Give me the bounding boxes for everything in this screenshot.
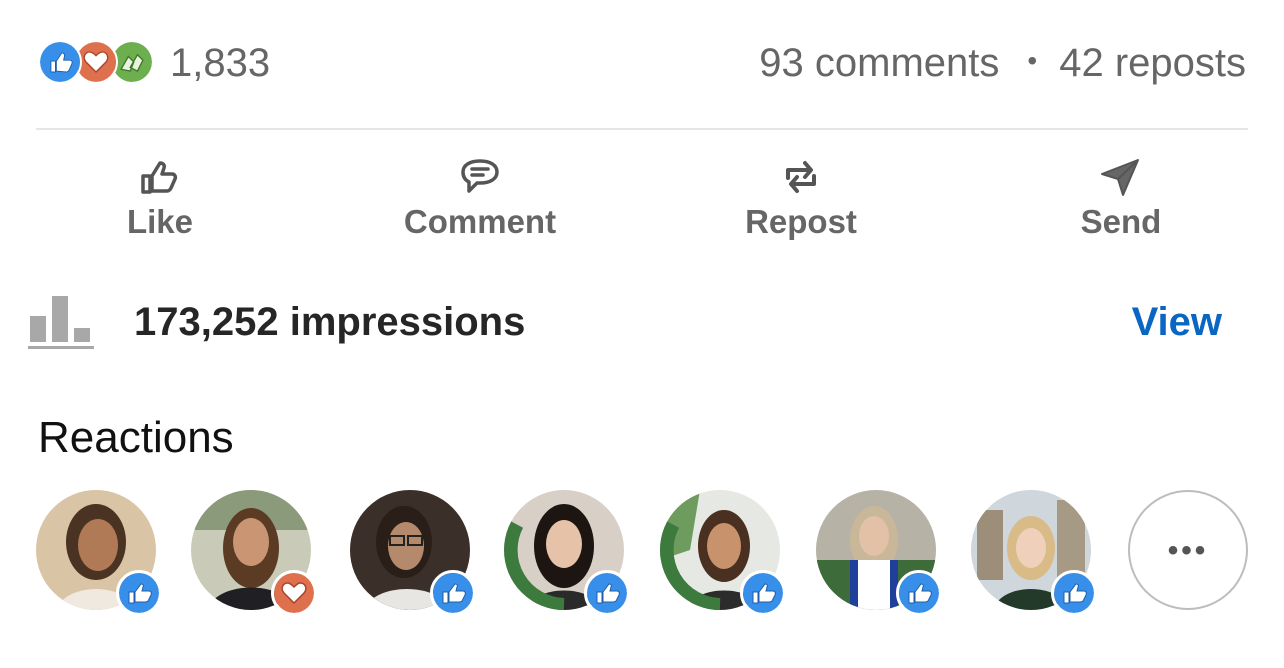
post-action-bar: Like Comment Repost Send: [0, 130, 1284, 260]
impressions-count: 173,252 impressions: [134, 300, 526, 344]
stats-separator: •: [1027, 45, 1038, 77]
speech-bubble-icon: [457, 154, 503, 200]
impressions-row: 173,252 impressions View: [0, 276, 1284, 372]
reactor-avatar[interactable]: [971, 490, 1097, 616]
reaction-count[interactable]: 1,833: [170, 40, 270, 86]
like-icon: [38, 40, 82, 84]
send-button[interactable]: Send: [971, 130, 1271, 260]
reposts-count[interactable]: 42 reposts: [1059, 41, 1246, 85]
thumbs-up-outline-icon: [137, 154, 183, 200]
reactor-avatar[interactable]: [816, 490, 942, 616]
more-dots-icon: •••: [1167, 534, 1209, 567]
reactor-avatar[interactable]: [660, 490, 786, 616]
reactions-heading: Reactions: [38, 413, 234, 462]
reactor-avatar[interactable]: [350, 490, 476, 616]
like-icon: [896, 570, 942, 616]
engagement-stats: 93 comments • 42 reposts: [759, 40, 1246, 88]
repost-label: Repost: [745, 203, 857, 240]
like-icon: [1051, 570, 1097, 616]
reactor-avatar[interactable]: [504, 490, 630, 616]
reaction-icons-stack[interactable]: [38, 40, 156, 84]
like-icon: [584, 570, 630, 616]
paper-plane-icon: [1098, 154, 1144, 200]
bar-chart-icon: [28, 294, 94, 350]
reactor-avatar[interactable]: [36, 490, 162, 616]
reactor-avatar[interactable]: [191, 490, 317, 616]
like-button[interactable]: Like: [10, 130, 310, 260]
like-icon: [116, 570, 162, 616]
comment-label: Comment: [403, 203, 557, 240]
comment-button[interactable]: Comment: [330, 130, 630, 260]
comments-count[interactable]: 93 comments: [759, 41, 999, 85]
view-analytics-link[interactable]: View: [1132, 298, 1222, 346]
love-icon: [271, 570, 317, 616]
repost-arrows-icon: [778, 154, 824, 200]
social-counts-bar: 1,833 93 comments • 42 reposts: [0, 0, 1284, 128]
more-reactions-button[interactable]: •••: [1128, 490, 1248, 610]
repost-button[interactable]: Repost: [651, 130, 951, 260]
like-icon: [430, 570, 476, 616]
like-icon: [740, 570, 786, 616]
like-label: Like: [126, 203, 194, 240]
send-label: Send: [1080, 203, 1162, 240]
reactor-avatars: •••: [0, 490, 1284, 620]
